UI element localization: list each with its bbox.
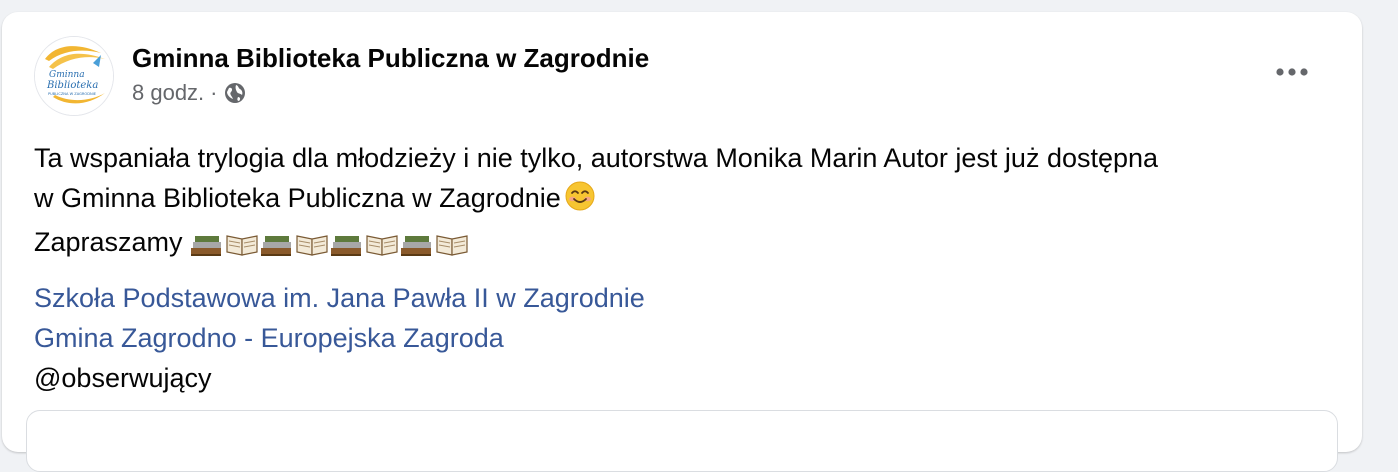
logo-text-1: Gminna: [49, 70, 85, 80]
post-text: Ta wspaniała trylogia dla młodzieży i ni…: [34, 138, 1334, 398]
page-name-link[interactable]: Gminna Biblioteka Publiczna w Zagrodnie: [132, 42, 649, 74]
books-open-book-emoji-icon: [190, 235, 468, 256]
shared-attachment-preview[interactable]: [26, 410, 1338, 472]
separator-dot: ·: [210, 80, 218, 105]
post-subline: 8 godz. ·: [132, 80, 649, 106]
post-text-line-3-wrap: Zapraszamy: [34, 222, 1334, 262]
post-header: Gminna Biblioteka PUBLICZNA W ZAGRODNIE …: [34, 36, 649, 116]
page-avatar[interactable]: Gminna Biblioteka PUBLICZNA W ZAGRODNIE: [34, 36, 114, 116]
logo-text-3: PUBLICZNA W ZAGRODNIE: [48, 92, 97, 96]
post-meta: Gminna Biblioteka Publiczna w Zagrodnie …: [132, 42, 649, 106]
followers-tag: @obserwujący: [34, 363, 212, 393]
books-emoji-row: [190, 231, 471, 257]
more-options-button[interactable]: [1270, 52, 1314, 92]
post-text-line-2: w Gminna Biblioteka Publiczna w Zagrodni…: [34, 183, 561, 213]
mention-link-municipality[interactable]: Gmina Zagrodno - Europejska Zagroda: [34, 318, 1334, 358]
post-timestamp[interactable]: 8 godz.: [132, 80, 204, 106]
post-text-line-2-wrap: w Gminna Biblioteka Publiczna w Zagrodni…: [34, 178, 1334, 222]
post-text-line-1: Ta wspaniała trylogia dla młodzieży i ni…: [34, 143, 1159, 173]
smiling-face-emoji-icon: [565, 181, 595, 222]
mentions-block: Szkoła Podstawowa im. Jana Pawła II w Za…: [34, 278, 1334, 398]
library-logo-icon: Gminna Biblioteka PUBLICZNA W ZAGRODNIE: [35, 37, 113, 115]
globe-icon[interactable]: [224, 82, 246, 104]
post-card: Gminna Biblioteka PUBLICZNA W ZAGRODNIE …: [2, 12, 1362, 472]
logo-text-2: Biblioteka: [46, 80, 98, 91]
more-options-icon: [1276, 68, 1308, 76]
post-text-line-3: Zapraszamy: [34, 227, 183, 257]
mention-link-school[interactable]: Szkoła Podstawowa im. Jana Pawła II w Za…: [34, 278, 1334, 318]
